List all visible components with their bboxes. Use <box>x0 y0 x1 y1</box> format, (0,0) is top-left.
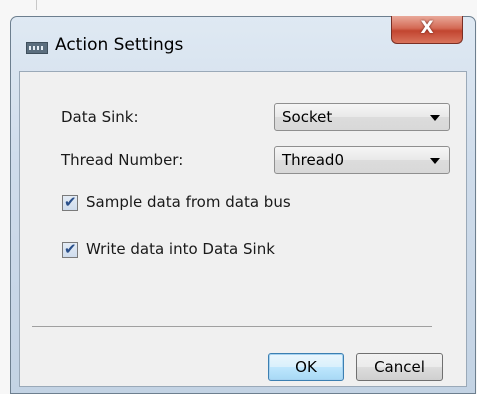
screen: Action Settings X Data Sink: Socket Thre… <box>0 0 477 394</box>
data-sink-value: Socket <box>282 108 333 126</box>
checkmark-icon: ✔ <box>64 193 77 211</box>
background-line <box>36 0 37 10</box>
thread-number-value: Thread0 <box>282 151 344 169</box>
data-sink-label: Data Sink: <box>61 108 139 126</box>
ok-button[interactable]: OK <box>268 353 344 381</box>
data-sink-dropdown[interactable]: Socket <box>274 103 450 131</box>
divider <box>32 326 432 327</box>
app-icon <box>26 42 48 54</box>
window-title: Action Settings <box>55 35 184 55</box>
title-bar[interactable]: Action Settings X <box>11 16 475 73</box>
close-icon: X <box>420 18 434 38</box>
thread-number-label: Thread Number: <box>61 151 184 169</box>
write-data-label: Write data into Data Sink <box>86 240 275 258</box>
action-settings-dialog: Action Settings X Data Sink: Socket Thre… <box>10 16 476 394</box>
thread-number-dropdown[interactable]: Thread0 <box>274 146 450 174</box>
checkmark-icon: ✔ <box>64 240 77 258</box>
close-button[interactable]: X <box>391 16 463 44</box>
dialog-body: Data Sink: Socket Thread Number: Thread0… <box>19 71 467 387</box>
chevron-down-icon <box>430 115 440 121</box>
chevron-down-icon <box>430 158 440 164</box>
sample-data-label: Sample data from data bus <box>86 193 291 211</box>
cancel-button[interactable]: Cancel <box>356 353 443 381</box>
write-data-checkbox[interactable]: ✔ <box>62 240 78 258</box>
sample-data-checkbox[interactable]: ✔ <box>62 193 78 211</box>
